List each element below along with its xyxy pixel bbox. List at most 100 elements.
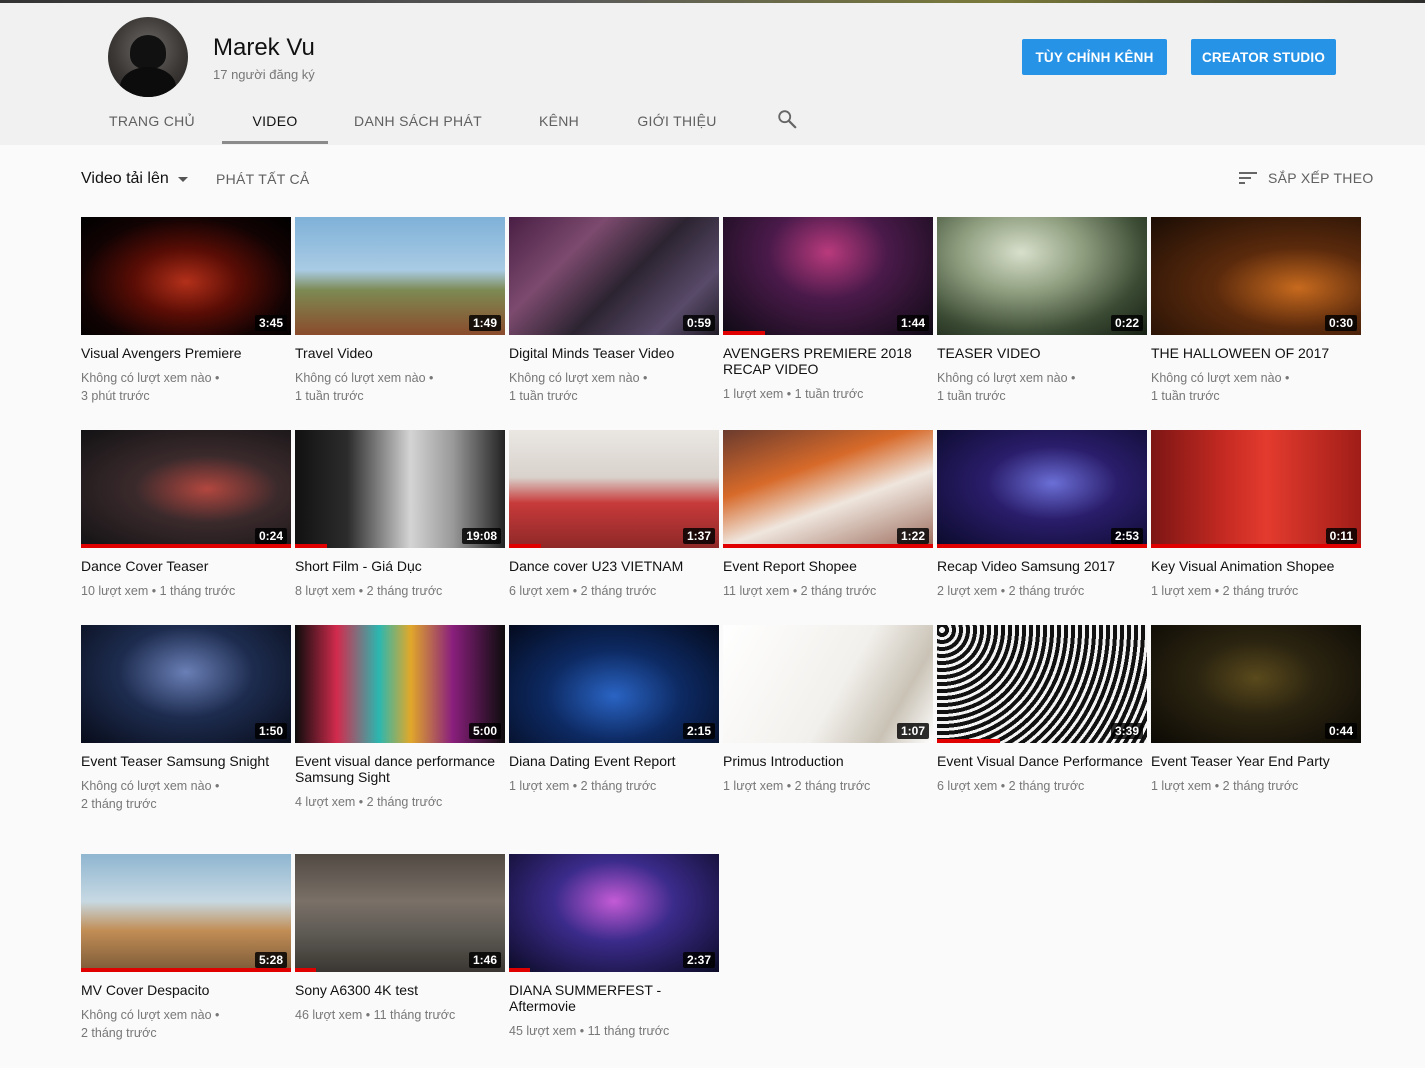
avatar-head <box>130 35 166 69</box>
video-thumbnail[interactable]: 0:22 <box>937 217 1147 335</box>
video-views: Không có lượt xem nào • <box>81 779 220 793</box>
video-duration: 1:44 <box>896 315 929 331</box>
video-title[interactable]: Visual Avengers Premiere <box>81 345 291 361</box>
video-card[interactable]: 1:37 Dance cover U23 VIETNAM 6 lượt xem • … <box>509 430 719 600</box>
video-thumbnail[interactable]: 1:50 <box>81 625 291 743</box>
search-icon[interactable] <box>776 108 798 130</box>
video-title[interactable]: Event Teaser Samsung Snight <box>81 753 291 769</box>
video-card[interactable]: 1:44 AVENGERS PREMIERE 2018 RECAP VIDEO 1 … <box>723 217 933 403</box>
video-thumbnail[interactable]: 3:39 <box>937 625 1147 743</box>
channel-avatar[interactable] <box>108 17 188 97</box>
video-card[interactable]: 19:08 Short Film - Giá Dục 8 lượt xem • 2 … <box>295 430 505 600</box>
video-views: 45 lượt xem • 11 tháng trước <box>509 1024 670 1038</box>
video-title[interactable]: AVENGERS PREMIERE 2018 RECAP VIDEO <box>723 345 933 377</box>
video-title[interactable]: Event visual dance performance Samsung S… <box>295 753 505 785</box>
video-views: 1 lượt xem • 2 tháng trước <box>1151 779 1299 793</box>
video-card[interactable]: 1:07 Primus Introduction 1 lượt xem • 2 th… <box>723 625 933 795</box>
video-duration: 2:15 <box>682 723 715 739</box>
video-card[interactable]: 5:28 MV Cover Despacito Không có lượt xem … <box>81 854 291 1042</box>
tab-playlists[interactable]: DANH SÁCH PHÁT <box>348 100 488 142</box>
video-duration: 0:22 <box>1110 315 1143 331</box>
video-title[interactable]: DIANA SUMMERFEST - Aftermovie <box>509 982 719 1014</box>
video-thumbnail[interactable]: 2:37 <box>509 854 719 972</box>
video-thumbnail[interactable]: 5:28 <box>81 854 291 972</box>
video-thumbnail[interactable]: 1:37 <box>509 430 719 548</box>
video-thumbnail[interactable]: 1:22 <box>723 430 933 548</box>
video-thumbnail[interactable]: 0:30 <box>1151 217 1361 335</box>
video-card[interactable]: 0:22 TEASER VIDEO Không có lượt xem nào • 1… <box>937 217 1147 405</box>
video-thumbnail[interactable]: 0:59 <box>509 217 719 335</box>
video-thumbnail[interactable]: 1:46 <box>295 854 505 972</box>
watch-progress-bar <box>937 739 1000 743</box>
watch-progress-bar <box>81 544 291 548</box>
video-card[interactable]: 0:44 Event Teaser Year End Party 1 lượt xe… <box>1151 625 1361 795</box>
video-title[interactable]: Dance cover U23 VIETNAM <box>509 558 719 574</box>
video-card[interactable]: 3:39 Event Visual Dance Performance 6 lượt… <box>937 625 1147 795</box>
video-title[interactable]: Key Visual Animation Shopee <box>1151 558 1361 574</box>
video-title[interactable]: Recap Video Samsung 2017 <box>937 558 1147 574</box>
video-thumbnail[interactable]: 2:15 <box>509 625 719 743</box>
video-title[interactable]: Diana Dating Event Report <box>509 753 719 769</box>
video-title[interactable]: Dance Cover Teaser <box>81 558 291 574</box>
video-thumbnail[interactable]: 2:53 <box>937 430 1147 548</box>
video-thumbnail[interactable]: 3:45 <box>81 217 291 335</box>
creator-studio-button[interactable]: CREATOR STUDIO <box>1191 39 1336 75</box>
video-card[interactable]: 1:46 Sony A6300 4K test 46 lượt xem • 11 t… <box>295 854 505 1024</box>
video-title[interactable]: Primus Introduction <box>723 753 933 769</box>
video-thumbnail[interactable]: 1:49 <box>295 217 505 335</box>
video-meta: Không có lượt xem nào • 1 tuần trước <box>937 369 1147 405</box>
video-card[interactable]: 5:00 Event visual dance performance Samsu… <box>295 625 505 811</box>
video-card[interactable]: 2:37 DIANA SUMMERFEST - Aftermovie 45 lượt… <box>509 854 719 1040</box>
tab-home[interactable]: TRANG CHỦ <box>100 100 204 142</box>
video-card[interactable]: 1:49 Travel Video Không có lượt xem nào • 1… <box>295 217 505 405</box>
video-title[interactable]: TEASER VIDEO <box>937 345 1147 361</box>
video-thumbnail[interactable]: 0:11 <box>1151 430 1361 548</box>
video-title[interactable]: Travel Video <box>295 345 505 361</box>
watch-progress-bar <box>723 331 765 335</box>
video-thumbnail[interactable]: 0:24 <box>81 430 291 548</box>
video-title[interactable]: Digital Minds Teaser Video <box>509 345 719 361</box>
video-title[interactable]: THE HALLOWEEN OF 2017 <box>1151 345 1361 361</box>
sort-label: SẮP XẾP THEO <box>1268 170 1374 186</box>
video-card[interactable]: 0:24 Dance Cover Teaser 10 lượt xem • 1 th… <box>81 430 291 600</box>
video-card[interactable]: 0:59 Digital Minds Teaser Video Không có l… <box>509 217 719 405</box>
video-age: 3 phút trước <box>81 389 150 403</box>
video-duration: 2:53 <box>1110 528 1143 544</box>
video-age: 1 tuần trước <box>937 389 1006 403</box>
video-views: 1 lượt xem • 2 tháng trước <box>509 779 657 793</box>
uploads-dropdown[interactable]: Video tải lên <box>81 170 188 188</box>
video-duration: 0:30 <box>1324 315 1357 331</box>
video-card[interactable]: 0:11 Key Visual Animation Shopee 1 lượt xe… <box>1151 430 1361 600</box>
video-thumbnail[interactable]: 0:44 <box>1151 625 1361 743</box>
video-duration: 0:59 <box>682 315 715 331</box>
tab-about[interactable]: GIỚI THIỆU <box>630 100 724 142</box>
video-card[interactable]: 1:22 Event Report Shopee 11 lượt xem • 2 t… <box>723 430 933 600</box>
video-meta: 11 lượt xem • 2 tháng trước <box>723 582 933 600</box>
customize-channel-button[interactable]: TÙY CHỈNH KÊNH <box>1022 39 1167 75</box>
video-title[interactable]: MV Cover Despacito <box>81 982 291 998</box>
tab-videos[interactable]: VIDEO <box>222 100 328 144</box>
tab-channels[interactable]: KÊNH <box>524 100 594 142</box>
video-title[interactable]: Sony A6300 4K test <box>295 982 505 998</box>
video-title[interactable]: Event Report Shopee <box>723 558 933 574</box>
video-duration: 19:08 <box>462 528 501 544</box>
video-title[interactable]: Event Teaser Year End Party <box>1151 753 1361 769</box>
play-all-button[interactable]: PHÁT TẤT CẢ <box>216 171 310 187</box>
sort-button[interactable]: SẮP XẾP THEO <box>1238 170 1374 186</box>
video-thumbnail[interactable]: 5:00 <box>295 625 505 743</box>
video-title[interactable]: Short Film - Giá Dục <box>295 558 505 574</box>
video-title[interactable]: Event Visual Dance Performance <box>937 753 1147 769</box>
chevron-down-icon <box>177 176 188 182</box>
video-card[interactable]: 2:53 Recap Video Samsung 2017 2 lượt xem •… <box>937 430 1147 600</box>
video-card[interactable]: 1:50 Event Teaser Samsung Snight Không có … <box>81 625 291 813</box>
video-card[interactable]: 2:15 Diana Dating Event Report 1 lượt xem … <box>509 625 719 795</box>
video-views: Không có lượt xem nào • <box>295 371 434 385</box>
video-meta: 1 lượt xem • 2 tháng trước <box>509 777 719 795</box>
video-thumbnail[interactable]: 1:07 <box>723 625 933 743</box>
video-thumbnail[interactable]: 1:44 <box>723 217 933 335</box>
video-card[interactable]: 3:45 Visual Avengers Premiere Không có lượ… <box>81 217 291 405</box>
video-card[interactable]: 0:30 THE HALLOWEEN OF 2017 Không có lượt x… <box>1151 217 1361 405</box>
video-thumbnail[interactable]: 19:08 <box>295 430 505 548</box>
video-views: 46 lượt xem • 11 tháng trước <box>295 1008 456 1022</box>
video-meta: 1 lượt xem • 2 tháng trước <box>1151 777 1361 795</box>
